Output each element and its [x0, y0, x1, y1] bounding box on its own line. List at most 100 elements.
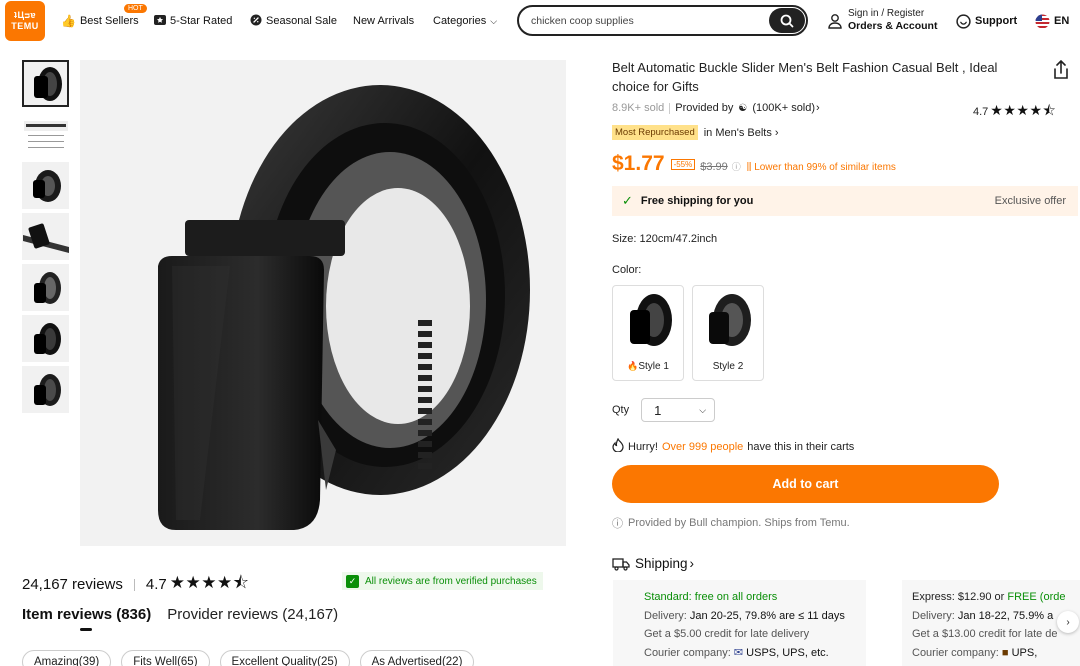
divider: [133, 578, 135, 591]
belt-thumbnail-icon: [33, 322, 61, 355]
size-label: Size: 120cm/47.2inch: [612, 233, 718, 245]
search-input[interactable]: [531, 14, 769, 27]
style-option-2[interactable]: Style 2: [692, 285, 764, 381]
hurry-count: Over 999 people: [661, 440, 744, 453]
style-2-image: [697, 290, 759, 352]
chevron-right-icon: ›: [816, 102, 820, 114]
thumbnail-7[interactable]: [22, 366, 69, 413]
product-rating[interactable]: 4.7 ★★★★⯪: [973, 100, 1056, 124]
nav-categories[interactable]: Categories ⌵: [433, 0, 497, 42]
chip-excellent-quality[interactable]: Excellent Quality(25): [219, 650, 350, 666]
tag-icon: [250, 14, 262, 29]
belt-thumbnail-icon: [33, 373, 61, 406]
hurry-suffix: have this in their carts: [747, 440, 855, 453]
orders-account-label: Orders & Account: [848, 20, 938, 32]
quantity-select[interactable]: 1 ⌵: [641, 398, 716, 422]
qty-value: 1: [654, 402, 662, 418]
sold-count: 8.9K+ sold: [612, 102, 665, 114]
shield-check-icon: ✓: [346, 574, 359, 588]
express-courier: Courier company: ■ UPS,: [912, 646, 1038, 659]
review-stars: ★★★★⯪: [169, 573, 250, 592]
sales-meta: 8.9K+ sold Provided by ☯ (100K+ sold) ›: [612, 102, 820, 114]
verified-text: All reviews are from verified purchases: [365, 575, 537, 587]
thumbnail-6[interactable]: [22, 315, 69, 362]
quantity-row: Qty 1 ⌵: [612, 398, 716, 422]
review-rating: 4.7: [145, 576, 167, 593]
thumbnail-4[interactable]: [22, 213, 69, 260]
belt-style-2-icon: [709, 294, 751, 346]
product-stars: ★★★★⯪: [990, 102, 1057, 118]
express-credit: Get a $13.00 credit for late de: [912, 628, 1058, 640]
provider-logo-icon[interactable]: ☯: [738, 103, 747, 114]
review-count[interactable]: 24,167 reviews: [22, 576, 123, 593]
discount-badge: -55%: [670, 159, 696, 170]
provider-note-text: Provided by Bull champion. Ships from Te…: [628, 517, 850, 529]
nav-seasonal-sale[interactable]: Seasonal Sale: [250, 0, 337, 42]
exclusive-offer: Exclusive offer: [994, 195, 1066, 207]
standard-shipping-card[interactable]: Standard: free on all orders Delivery: J…: [613, 580, 866, 666]
price-trend-icon: ⫼: [746, 162, 752, 173]
logo-glyphs: ʇЦᴝɐ: [13, 10, 37, 20]
verified-badge: ✓ All reviews are from verified purchase…: [342, 572, 543, 590]
hot-badge: HOT: [124, 4, 147, 13]
star-box-icon: [154, 14, 166, 29]
support-icon: [956, 13, 971, 29]
chevron-right-icon: ›: [774, 126, 779, 139]
chip-as-advertised[interactable]: As Advertised(22): [359, 650, 475, 666]
language-selector[interactable]: EN: [1035, 0, 1069, 42]
shipping-next-button[interactable]: ›: [1057, 611, 1079, 633]
nav-five-star-label: 5-Star Rated: [170, 15, 233, 27]
price-lower-text: Lower than 99% of similar items: [754, 162, 896, 173]
provided-by-label: Provided by: [675, 102, 734, 114]
support-label: Support: [975, 15, 1018, 27]
main-product-image[interactable]: [80, 60, 566, 546]
belt-thumbnail-icon: [32, 169, 61, 202]
thumbnail-1[interactable]: [22, 60, 69, 107]
truck-icon: [612, 557, 630, 571]
chip-fits-well[interactable]: Fits Well(65): [121, 650, 210, 666]
chip-amazing[interactable]: Amazing(39): [22, 650, 112, 666]
flame-icon: [612, 437, 624, 455]
search-icon: [780, 14, 794, 27]
flame-icon: 🔥: [627, 361, 639, 371]
provider-sold[interactable]: (100K+ sold): [752, 102, 815, 114]
thumbnail-2[interactable]: [22, 111, 69, 158]
style-1-image: [617, 290, 679, 352]
tab-item-reviews[interactable]: Item reviews (836): [22, 606, 151, 631]
style-option-1[interactable]: 🔥Style 1: [612, 285, 684, 381]
account-menu[interactable]: Sign in / Register Orders & Account: [828, 8, 937, 33]
free-shipping-text: Free shipping for you: [640, 195, 754, 207]
express-delivery: Delivery: Jan 18-22, 75.9% a: [912, 609, 1054, 622]
tab-provider-reviews[interactable]: Provider reviews (24,167): [167, 606, 338, 623]
thumbnail-3[interactable]: [22, 162, 69, 209]
check-icon: ✓: [622, 193, 633, 208]
temu-logo[interactable]: ʇЦᴝɐ TEMU: [5, 1, 45, 41]
search-bar: [517, 5, 808, 36]
belt-style-1-icon: [630, 294, 672, 346]
divider: [669, 102, 671, 114]
info-icon[interactable]: ⓘ: [732, 160, 741, 173]
support-link[interactable]: Support: [956, 0, 1017, 42]
standard-delivery: Delivery: Jan 20-25, 79.8% are ≤ 11 days: [644, 609, 845, 622]
current-price: $1.77: [612, 152, 665, 175]
share-button[interactable]: [1052, 59, 1070, 85]
add-to-cart-button[interactable]: Add to cart: [612, 465, 999, 503]
express-shipping-card[interactable]: Express: $12.90 or FREE (orde Delivery: …: [902, 580, 1080, 666]
category-link[interactable]: in Men's Belts: [704, 127, 772, 139]
repurchase-row: Most Repurchased in Men's Belts ›: [612, 125, 779, 140]
chevron-down-icon: ⌵: [699, 404, 707, 415]
info-icon: ⓘ: [612, 518, 623, 530]
thumbnail-list: [22, 60, 70, 417]
free-shipping-note: ✓ Free shipping for you: [622, 193, 753, 209]
product-title: Belt Automatic Buckle Slider Men's Belt …: [612, 60, 998, 94]
thumbnail-5[interactable]: [22, 264, 69, 311]
ups-icon: ■: [1001, 646, 1009, 659]
search-button[interactable]: [769, 8, 805, 33]
buckle-thumbnail-icon: [22, 223, 69, 253]
review-tabs: Item reviews (836) Provider reviews (24,…: [22, 606, 354, 631]
nav-five-star[interactable]: 5-Star Rated: [154, 0, 232, 42]
urgency-note: Hurry! Over 999 people have this in thei…: [612, 437, 855, 455]
shipping-heading[interactable]: Shipping ›: [612, 556, 694, 571]
nav-new-arrivals[interactable]: New Arrivals: [353, 0, 414, 42]
usps-icon: ✉: [733, 646, 744, 659]
